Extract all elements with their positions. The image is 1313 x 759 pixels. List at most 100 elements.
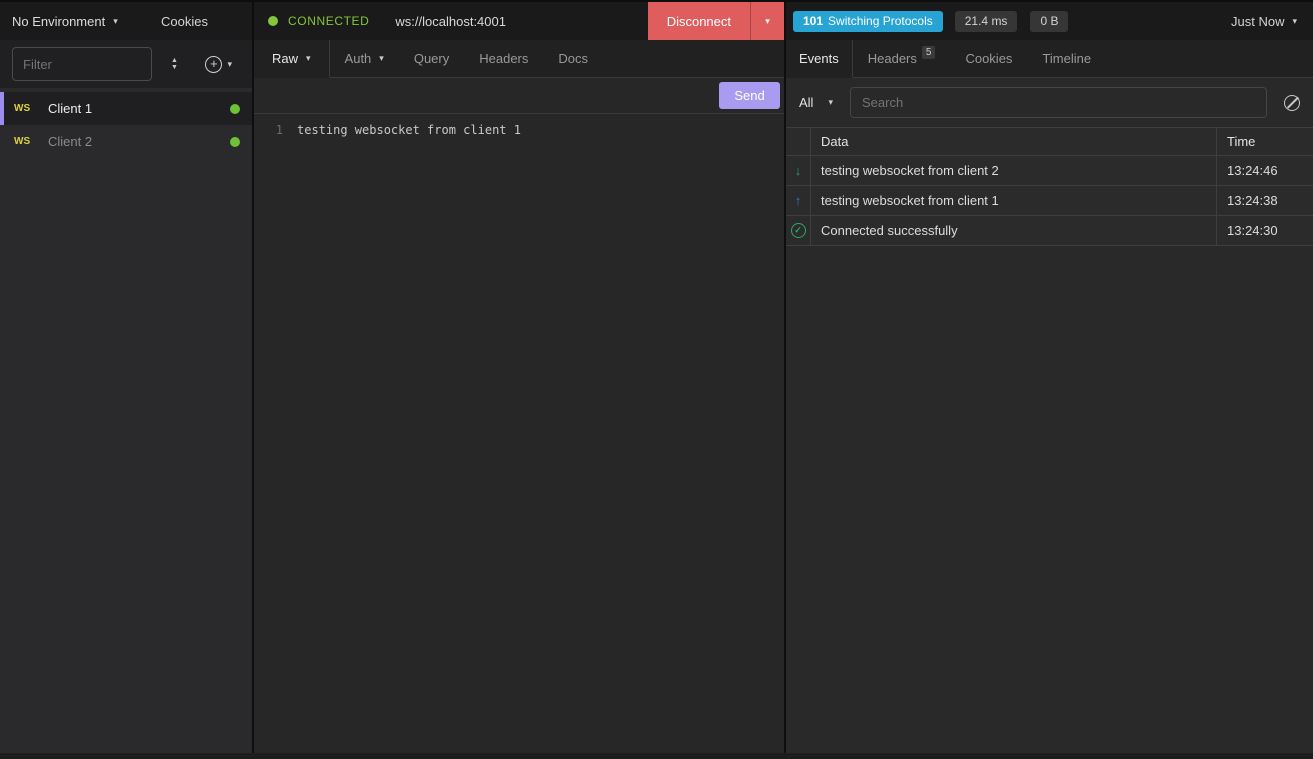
sidebar-topbar: No Environment ▾ Cookies [0, 2, 252, 40]
tabbar-filler [603, 40, 784, 78]
tab-response-headers[interactable]: Headers 5 [853, 40, 951, 78]
connected-dot-icon [230, 137, 240, 147]
message-editor[interactable]: 1 testing websocket from client 1 [254, 114, 784, 753]
cookies-button[interactable]: Cookies [161, 14, 208, 29]
status-code: 101 [803, 14, 823, 28]
recency-label: Just Now [1231, 14, 1284, 29]
tab-label: Cookies [965, 51, 1012, 66]
tab-label: Events [799, 51, 839, 66]
event-row[interactable]: ↑ testing websocket from client 1 13:24:… [786, 186, 1313, 216]
request-list: WS Client 1 WS Client 2 [0, 88, 252, 753]
ws-method-badge: WS [14, 103, 48, 114]
add-request-button[interactable]: + ▾ [205, 56, 232, 73]
sort-icon[interactable]: ▲ ▼ [171, 57, 178, 71]
sidebar: No Environment ▾ Cookies ▲ ▼ + ▾ WS Clie… [0, 2, 252, 753]
request-name: Client 1 [48, 101, 92, 116]
response-topbar: 101 Switching Protocols 21.4 ms 0 B Just… [786, 2, 1313, 40]
request-name: Client 2 [48, 134, 92, 149]
status-reason: Switching Protocols [828, 14, 933, 28]
event-time-cell: 13:24:30 [1217, 216, 1313, 245]
caret-down-icon: ▾ [1292, 16, 1297, 27]
tab-label: Query [414, 51, 449, 66]
tab-label: Timeline [1042, 51, 1091, 66]
connected-status-dot-icon [268, 16, 278, 26]
tab-label: Docs [558, 51, 588, 66]
editor-line: 1 testing websocket from client 1 [254, 121, 784, 140]
tab-auth[interactable]: Auth ▾ [330, 40, 399, 78]
sidebar-item-client-2[interactable]: WS Client 2 [0, 125, 252, 158]
environment-selector[interactable]: No Environment ▾ [12, 14, 118, 29]
line-number: 1 [254, 121, 297, 140]
window-bottom-edge [0, 753, 1313, 759]
data-column-header: Data [811, 128, 1217, 155]
response-pane: 101 Switching Protocols 21.4 ms 0 B Just… [786, 2, 1313, 753]
tab-events[interactable]: Events [786, 40, 853, 78]
disconnect-dropdown-button[interactable]: ▾ [750, 2, 784, 40]
clear-events-icon[interactable] [1284, 95, 1300, 111]
event-time-cell: 13:24:46 [1217, 156, 1313, 185]
plus-circle-icon: + [205, 56, 222, 73]
event-data-cell: testing websocket from client 1 [811, 186, 1217, 215]
event-time-cell: 13:24:38 [1217, 186, 1313, 215]
filter-input[interactable] [12, 47, 152, 81]
disconnect-button-group: Disconnect ▾ [648, 2, 784, 40]
tab-raw[interactable]: Raw ▾ [254, 40, 330, 78]
send-row: Send [254, 78, 784, 114]
event-type-selected: All [799, 95, 813, 110]
event-row[interactable]: ✓ Connected successfully 13:24:30 [786, 216, 1313, 246]
tab-timeline[interactable]: Timeline [1027, 40, 1106, 78]
tab-query[interactable]: Query [399, 40, 464, 78]
headers-count-badge: 5 [922, 46, 936, 59]
events-table: Data Time ↓ testing websocket from clien… [786, 127, 1313, 246]
caret-down-icon: ▾ [379, 53, 384, 64]
connected-dot-icon [230, 104, 240, 114]
chevron-down-icon: ▾ [227, 59, 232, 70]
connection-status-label: CONNECTED [288, 14, 369, 28]
events-search-input[interactable] [850, 87, 1267, 118]
response-tabbar: Events Headers 5 Cookies Timeline [786, 40, 1313, 78]
event-row[interactable]: ↓ testing websocket from client 2 13:24:… [786, 156, 1313, 186]
tab-label: Auth [345, 51, 372, 66]
events-table-header: Data Time [786, 128, 1313, 156]
sort-up-glyph: ▲ [171, 57, 178, 64]
icon-column-header [786, 128, 811, 155]
sidebar-filter-row: ▲ ▼ + ▾ [0, 40, 252, 88]
tab-response-cookies[interactable]: Cookies [950, 40, 1027, 78]
chevron-down-icon: ▾ [113, 16, 118, 27]
send-button[interactable]: Send [719, 82, 780, 109]
websocket-url[interactable]: ws://localhost:4001 [395, 14, 506, 29]
check-circle-icon: ✓ [791, 223, 806, 238]
request-topbar: CONNECTED ws://localhost:4001 Disconnect… [254, 2, 784, 40]
status-code-badge: 101 Switching Protocols [793, 11, 943, 32]
time-column-header: Time [1217, 128, 1313, 155]
tab-docs[interactable]: Docs [543, 40, 603, 78]
tab-headers[interactable]: Headers [464, 40, 543, 78]
message-received-icon: ↓ [795, 163, 802, 178]
response-time-badge: 21.4 ms [955, 11, 1018, 32]
caret-down-icon: ▾ [765, 16, 770, 27]
message-sent-icon: ↑ [795, 193, 802, 208]
response-history-dropdown[interactable]: Just Now ▾ [1231, 14, 1297, 29]
event-data-cell: Connected successfully [811, 216, 1217, 245]
icon-cell: ↓ [786, 156, 811, 185]
tabbar-filler [1106, 40, 1313, 78]
response-size-badge: 0 B [1030, 11, 1068, 32]
icon-cell: ✓ [786, 216, 811, 245]
tab-label: Headers [479, 51, 528, 66]
request-tabbar: Raw ▾ Auth ▾ Query Headers Docs [254, 40, 784, 78]
events-filter-row: All ▾ [786, 78, 1313, 127]
tab-label: Raw [272, 51, 298, 66]
environment-label: No Environment [12, 14, 105, 29]
icon-cell: ↑ [786, 186, 811, 215]
request-pane: CONNECTED ws://localhost:4001 Disconnect… [254, 2, 784, 753]
sort-down-glyph: ▼ [171, 64, 178, 71]
chevron-down-icon: ▾ [828, 97, 833, 108]
event-type-select[interactable]: All ▾ [799, 95, 833, 110]
sidebar-item-client-1[interactable]: WS Client 1 [0, 92, 252, 125]
editor-text: testing websocket from client 1 [297, 121, 521, 140]
ws-method-badge: WS [14, 136, 48, 147]
disconnect-button[interactable]: Disconnect [648, 2, 750, 40]
event-data-cell: testing websocket from client 2 [811, 156, 1217, 185]
caret-down-icon: ▾ [306, 53, 311, 64]
tab-label: Headers [868, 51, 917, 66]
